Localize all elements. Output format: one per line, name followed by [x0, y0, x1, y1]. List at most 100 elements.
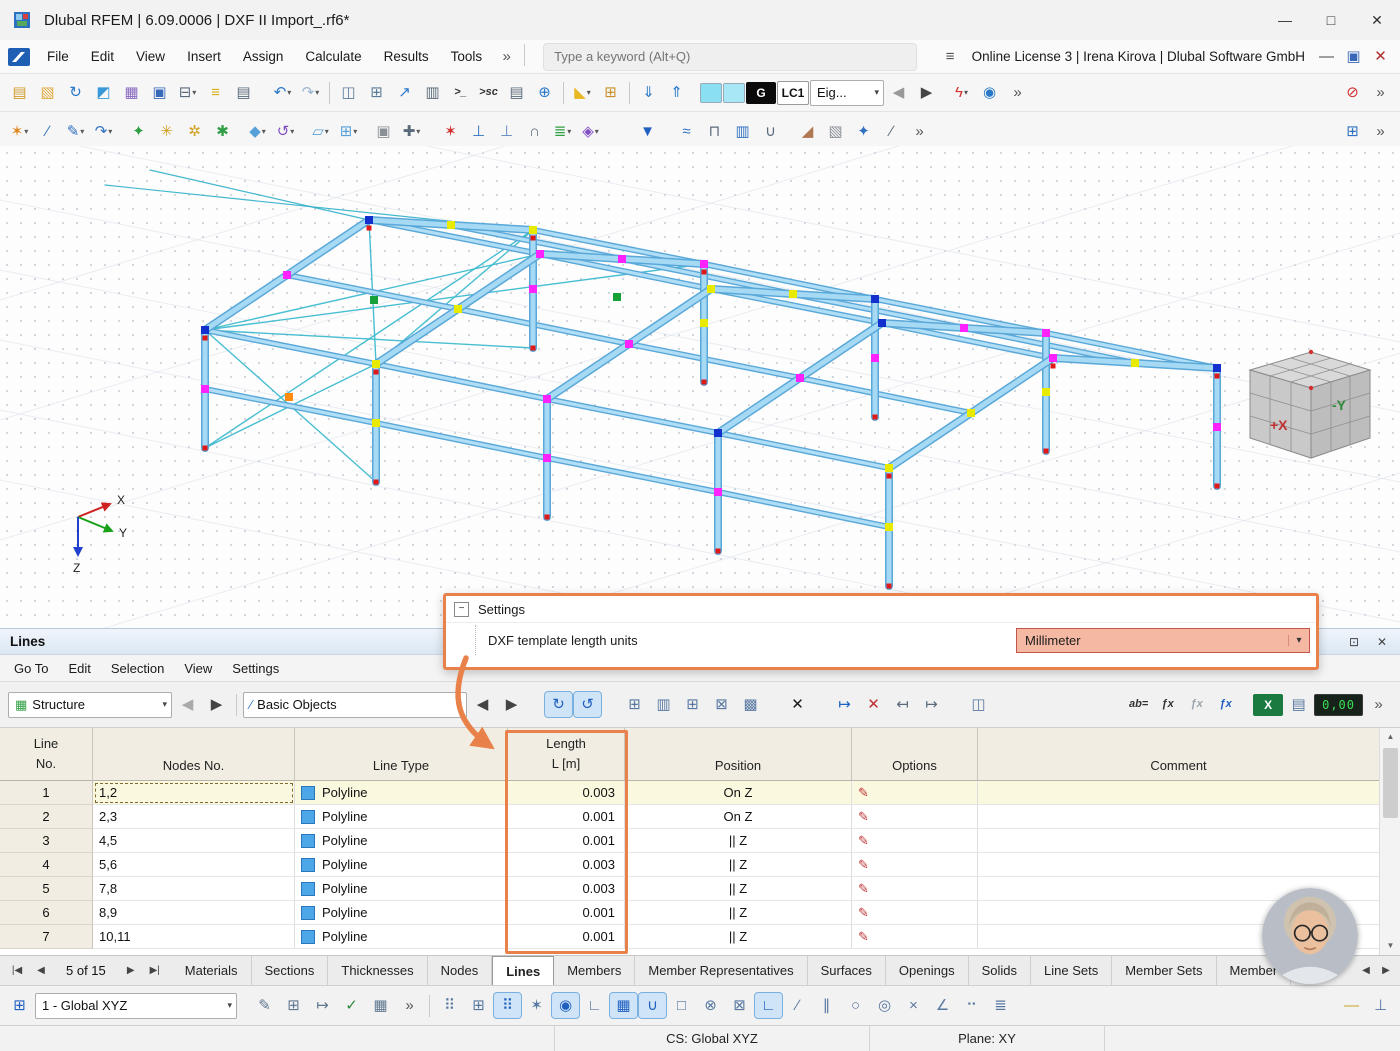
dimension-button[interactable]: ⊞	[597, 80, 624, 105]
ruler-button[interactable]: ⊥	[1367, 993, 1394, 1018]
category-select[interactable]: ∕Basic Objects▾	[243, 692, 467, 718]
workplane-more-icon[interactable]: »	[396, 993, 423, 1018]
render-mode-button[interactable]: ▧	[822, 119, 849, 144]
cell-comment[interactable]	[978, 829, 1379, 853]
cell-nodes[interactable]: 8,9	[93, 901, 295, 925]
col-header-position[interactable]: Position	[625, 728, 852, 780]
lines-toolbar-overflow-icon[interactable]: »	[1365, 692, 1392, 717]
table-scrollbar[interactable]: ▲ ▼	[1379, 728, 1400, 955]
printout-report-button[interactable]: ▥	[419, 80, 446, 105]
table-fill-button[interactable]: ▩	[737, 692, 764, 717]
menu-calculate[interactable]: Calculate	[294, 44, 372, 69]
move-copy-button[interactable]: ◆▾	[244, 119, 271, 144]
cartesian-grid-button[interactable]: ▦	[610, 993, 637, 1018]
menu-file[interactable]: File	[36, 44, 80, 69]
table-settings-button[interactable]: ⊞	[621, 692, 648, 717]
tab-openings[interactable]: Openings	[886, 956, 969, 986]
selection-color-swatch-2[interactable]	[723, 83, 745, 103]
col-header-length[interactable]: Length L [m]	[508, 728, 625, 780]
excel-export-button[interactable]: X	[1253, 694, 1283, 716]
cell-length[interactable]: 0.003	[508, 781, 625, 805]
web-service-button[interactable]: ⊕	[531, 80, 558, 105]
first-page-button[interactable]: |◀	[6, 960, 28, 982]
snap-square-button[interactable]: ⊠	[726, 993, 753, 1018]
load-case-box[interactable]: LC1	[777, 81, 809, 105]
maximize-button[interactable]: □	[1308, 0, 1354, 40]
clip-plane-button[interactable]: ∕	[878, 119, 905, 144]
sync-table-button[interactable]: ↺	[574, 692, 601, 717]
navigation-cube[interactable]: +X -Y	[1222, 346, 1372, 474]
tree-collapse-icon[interactable]: −	[454, 602, 469, 617]
eraser-button[interactable]: ◢	[794, 119, 821, 144]
tab-member-representatives[interactable]: Member Representatives	[635, 956, 807, 986]
tab-thicknesses[interactable]: Thicknesses	[328, 956, 427, 986]
graphic-printout-button[interactable]: ▦	[118, 80, 145, 105]
hinge-button[interactable]: ∩	[521, 119, 548, 144]
panel-close-button[interactable]: ✕	[1370, 631, 1394, 652]
crossed-cells-button[interactable]: ⊠	[708, 692, 735, 717]
result-diagram-button[interactable]: ≈	[673, 119, 700, 144]
new-node-button[interactable]: ✶▾	[6, 119, 33, 144]
edit-assign-icon[interactable]: ✎	[858, 833, 869, 849]
workplane-check-button[interactable]: ✓	[338, 993, 365, 1018]
center-snap-button[interactable]: ○	[842, 993, 869, 1018]
col-header-comment[interactable]: Comment	[978, 728, 1379, 780]
snap-settings-button[interactable]: ◈▾	[577, 119, 604, 144]
cell-length[interactable]: 0.003	[508, 877, 625, 901]
new-solid-button[interactable]: ▣	[370, 119, 397, 144]
cell-nodes[interactable]: 5,6	[93, 853, 295, 877]
tab-sections[interactable]: Sections	[252, 956, 329, 986]
cell-length[interactable]: 0.001	[508, 829, 625, 853]
cell-line-type[interactable]: Polyline	[295, 925, 508, 949]
scroll-up-button[interactable]: ▲	[1381, 729, 1400, 745]
viewport-3d[interactable]: +X -Y X Y Z X Y Z	[0, 146, 1400, 628]
menu-view[interactable]: View	[125, 44, 176, 69]
new-surface-button[interactable]: ▱▾	[307, 119, 334, 144]
guideline-button[interactable]: —	[1338, 993, 1365, 1018]
cell-line-type[interactable]: Polyline	[295, 781, 508, 805]
cell-comment[interactable]	[978, 853, 1379, 877]
row-number[interactable]: 6	[0, 901, 93, 925]
cell-position[interactable]: On Z	[625, 781, 852, 805]
navigator-prev-button[interactable]: ◀	[174, 692, 201, 717]
snap-circle-button[interactable]: ⊗	[697, 993, 724, 1018]
lists-button[interactable]: ▤	[230, 80, 257, 105]
formula-edit-button[interactable]: ƒx	[1212, 692, 1239, 717]
tab-solids[interactable]: Solids	[969, 956, 1031, 986]
formula-off-button[interactable]: ƒx	[1183, 692, 1210, 717]
edit-assign-icon[interactable]: ✎	[858, 809, 869, 825]
redo-button[interactable]: ↷▾	[297, 80, 324, 105]
grid-settings-button[interactable]: ⠿	[436, 993, 463, 1018]
row-number[interactable]: 4	[0, 853, 93, 877]
insert-overflow-icon[interactable]: »	[906, 119, 933, 144]
cell-options[interactable]: ✎	[852, 829, 978, 853]
category-next-button[interactable]: ▶	[498, 692, 525, 717]
row-number[interactable]: 2	[0, 805, 93, 829]
section-button[interactable]: ⊓	[701, 119, 728, 144]
cell-position[interactable]: || Z	[625, 901, 852, 925]
close-button[interactable]: ✕	[1354, 0, 1400, 40]
stop-calculation-button[interactable]: ⊘	[1339, 80, 1366, 105]
new-line-button[interactable]: ∕	[34, 119, 61, 144]
permanent-load-box[interactable]: G	[746, 82, 776, 104]
free-draw-button[interactable]: ∕	[784, 993, 811, 1018]
menu-overflow-chevron[interactable]: »	[493, 44, 520, 69]
tab-lines[interactable]: Lines	[492, 956, 554, 986]
coordinate-system-icon[interactable]: ⊞	[6, 993, 33, 1018]
cell-position[interactable]: || Z	[625, 925, 852, 949]
new-opening-button[interactable]: ⊞▾	[335, 119, 362, 144]
cell-length[interactable]: 0.001	[508, 901, 625, 925]
edit-assign-icon[interactable]: ✎	[858, 905, 869, 921]
tab-surfaces[interactable]: Surfaces	[808, 956, 886, 986]
cell-nodes[interactable]: 4,5	[93, 829, 295, 853]
tab-materials[interactable]: Materials	[172, 956, 252, 986]
user-avatar[interactable]	[1262, 888, 1358, 984]
col-header-line-type[interactable]: Line Type	[295, 728, 508, 780]
modify-button[interactable]: ✚▾	[398, 119, 425, 144]
menu-tools[interactable]: Tools	[440, 44, 494, 69]
insert-overflow-icon-2[interactable]: »	[1367, 119, 1394, 144]
panel-view-button[interactable]: ◫	[965, 692, 992, 717]
fine-grid-button[interactable]: ⠒	[958, 993, 985, 1018]
workplane-edit-button[interactable]: ✎	[251, 993, 278, 1018]
panel-float-button[interactable]: ⊡	[1342, 631, 1366, 652]
